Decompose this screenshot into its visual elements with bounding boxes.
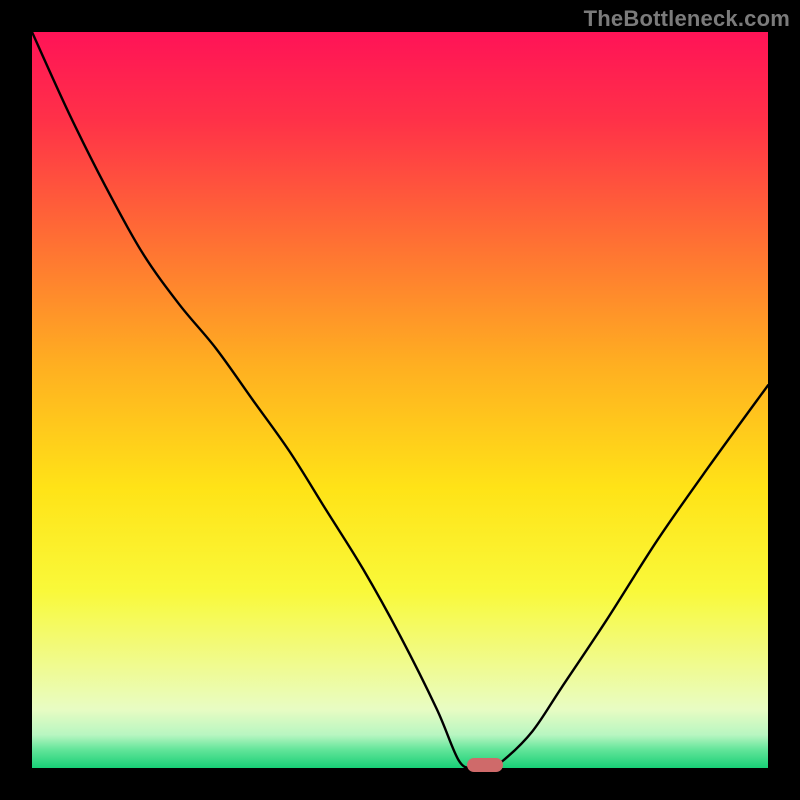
chart-frame: TheBottleneck.com <box>0 0 800 800</box>
plot-area <box>32 32 768 768</box>
optimal-marker <box>467 758 503 772</box>
watermark-text: TheBottleneck.com <box>584 6 790 32</box>
background-gradient <box>32 32 768 768</box>
